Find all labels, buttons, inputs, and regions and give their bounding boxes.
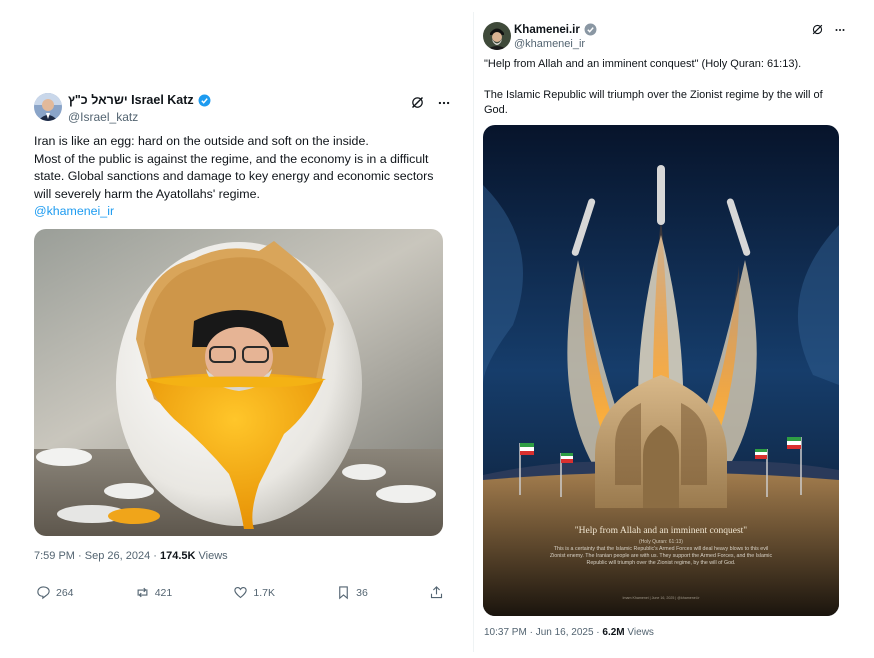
timestamp[interactable]: 10:37 PM · Jun 16, 2025 · [484,627,602,638]
tweet-body: Iran is like an egg: hard on the outside… [34,133,446,221]
body-line: Most of the public is against the regime… [34,151,434,201]
image-caption-reference: (Holy Quran: 61:13) [639,539,683,545]
quote-line: "Help from Allah and an imminent conques… [484,58,802,70]
tweet-image-egg[interactable] [34,229,443,536]
more-icon[interactable] [437,96,451,110]
verified-icon [584,23,597,36]
tweet-israel-katz[interactable]: ישראל כ"ץ Israel Katz @Israel_katz Iran … [26,83,451,623]
body-line: The Islamic Republic will triumph over t… [484,88,823,117]
grok-icon[interactable] [410,95,425,110]
reply-icon [37,586,50,600]
reply-count: 264 [56,586,74,599]
image-caption-title: "Help from Allah and an imminent conques… [575,525,748,536]
tweet-timestamp-row: 7:59 PM · Sep 26, 2024 · 174.5K Views [34,550,228,562]
mention-link[interactable]: @khamenei_ir [34,204,114,218]
bookmark-icon [339,586,348,600]
tweet-top-actions [410,95,451,110]
author-name[interactable]: ישראל כ"ץ Israel Katz [68,93,194,107]
image-caption-footer: Imam Khamenei | June 16, 2025 | @khamene… [622,596,700,600]
avatar[interactable] [483,22,511,50]
author-name-row[interactable]: ישראל כ"ץ Israel Katz [68,93,211,107]
views-label: Views [624,627,654,638]
author-name-row[interactable]: Khamenei.ir [514,23,597,36]
share-button[interactable] [429,585,444,600]
tweet-top-actions [811,23,846,36]
avatar[interactable] [34,93,62,121]
tweet-timestamp-row: 10:37 PM · Jun 16, 2025 · 6.2M Views [484,627,654,638]
repost-count: 421 [154,586,173,599]
bookmark-count: 36 [356,586,368,599]
tweet-action-bar: 264 421 1.7K 36 [36,585,444,600]
timestamp[interactable]: 7:59 PM · Sep 26, 2024 · [34,550,160,562]
body-line: Iran is like an egg: hard on the outside… [34,134,369,148]
author-handle[interactable]: @Israel_katz [68,110,138,124]
more-icon[interactable] [834,24,846,36]
tweet-image-missiles[interactable]: "Help from Allah and an imminent conques… [483,125,839,616]
views-count: 174.5K [159,550,196,562]
author-name[interactable]: Khamenei.ir [514,24,580,36]
reply-button[interactable]: 264 [36,585,74,600]
like-icon [234,586,248,599]
share-icon [430,586,443,599]
grok-icon[interactable] [811,23,824,36]
verified-icon [198,94,211,106]
views-count: 6.2M [602,627,625,638]
like-button[interactable]: 1.7K [233,585,275,600]
tweet-khamenei[interactable]: Khamenei.ir @khamenei_ir "Help from Alla… [473,12,854,652]
tweet-body: "Help from Allah and an imminent conques… [484,57,829,119]
repost-icon [137,587,148,598]
repost-button[interactable]: 421 [135,585,173,600]
like-count: 1.7K [253,586,275,599]
image-caption-text: This is a certainty that the Islamic Rep… [549,546,773,566]
author-handle[interactable]: @khamenei_ir [514,38,585,50]
views-label: Views [195,550,228,562]
bookmark-button[interactable]: 36 [336,585,368,600]
